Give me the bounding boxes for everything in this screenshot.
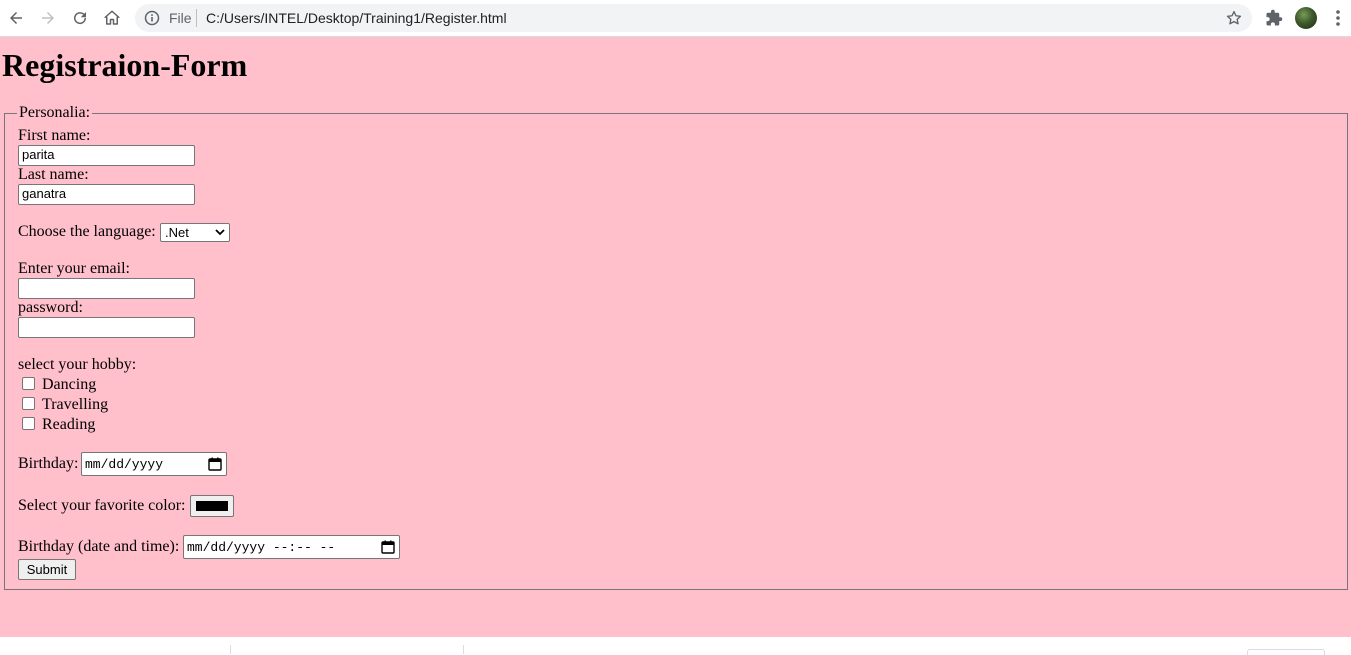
- first-name-input[interactable]: parita: [18, 145, 195, 166]
- favorite-color-picker[interactable]: [190, 495, 234, 517]
- shelf-divider: [463, 645, 464, 654]
- color-label: Select your favorite color:: [18, 497, 186, 514]
- hobby-label-dancing: Dancing: [42, 376, 97, 393]
- star-icon[interactable]: [1225, 9, 1243, 27]
- kebab-menu-icon[interactable]: [1331, 9, 1345, 27]
- reload-icon: [74, 12, 87, 25]
- reload-button[interactable]: [68, 6, 92, 30]
- datetime-label: Birthday (date and time):: [18, 538, 180, 555]
- forward-button[interactable]: [36, 6, 60, 30]
- hobby-checkbox-dancing[interactable]: [22, 377, 35, 390]
- hobby-label-reading: Reading: [42, 416, 96, 433]
- submit-button[interactable]: Submit: [18, 559, 76, 580]
- browser-toolbar: File C:/Users/INTEL/Desktop/Training1/Re…: [0, 0, 1351, 37]
- last-name-label: Last name:: [18, 166, 89, 183]
- home-icon: [104, 10, 120, 25]
- birthday-datetime-input[interactable]: mm/dd/yyyy --:-- --: [183, 535, 400, 559]
- email-input[interactable]: [18, 278, 195, 299]
- address-bar[interactable]: File C:/Users/INTEL/Desktop/Training1/Re…: [135, 4, 1252, 32]
- first-name-label: First name:: [18, 127, 91, 144]
- shelf-divider: [230, 645, 231, 654]
- page-title: Registraion-Form: [2, 47, 248, 83]
- url-text[interactable]: C:/Users/INTEL/Desktop/Training1/Registe…: [206, 4, 507, 32]
- last-name-input[interactable]: ganatra: [18, 184, 195, 205]
- birthday-placeholder: mm/dd/yyyy: [85, 457, 164, 472]
- calendar-icon[interactable]: [208, 457, 222, 471]
- page-body: Registraion-Form Personalia: First name:…: [0, 37, 1351, 637]
- password-label: password:: [18, 299, 83, 316]
- shelf-item[interactable]: [1247, 649, 1325, 655]
- language-selected-value: .Net: [165, 225, 189, 240]
- chevron-down-icon: [215, 229, 225, 236]
- fieldset-legend: Personalia:: [19, 104, 91, 121]
- password-input[interactable]: [18, 317, 195, 338]
- info-icon[interactable]: [144, 10, 160, 26]
- hobby-checkbox-travelling[interactable]: [22, 397, 35, 410]
- personalia-fieldset: Personalia:: [4, 104, 1348, 590]
- hobby-label-travelling: Travelling: [42, 396, 109, 413]
- puzzle-icon[interactable]: [1265, 9, 1283, 27]
- hobby-label: select your hobby:: [18, 356, 137, 373]
- back-button[interactable]: [4, 6, 28, 30]
- language-select[interactable]: .Net: [160, 223, 230, 242]
- scheme-label: File: [169, 10, 192, 26]
- bottom-shelf: [0, 637, 1351, 655]
- birthday-date-input[interactable]: mm/dd/yyyy: [81, 452, 227, 476]
- omnibox-separator: [196, 9, 197, 27]
- datetime-placeholder: mm/dd/yyyy --:-- --: [187, 540, 336, 555]
- forward-arrow-icon: [42, 12, 54, 24]
- hobby-checkbox-reading[interactable]: [22, 417, 35, 430]
- back-arrow-icon: [10, 12, 22, 24]
- home-button[interactable]: [100, 6, 124, 30]
- avatar[interactable]: [1295, 7, 1317, 29]
- color-swatch: [196, 501, 228, 511]
- email-label: Enter your email:: [18, 260, 130, 277]
- birthday-label: Birthday:: [18, 455, 79, 472]
- language-label: Choose the language:: [18, 223, 156, 240]
- calendar-icon[interactable]: [381, 540, 395, 554]
